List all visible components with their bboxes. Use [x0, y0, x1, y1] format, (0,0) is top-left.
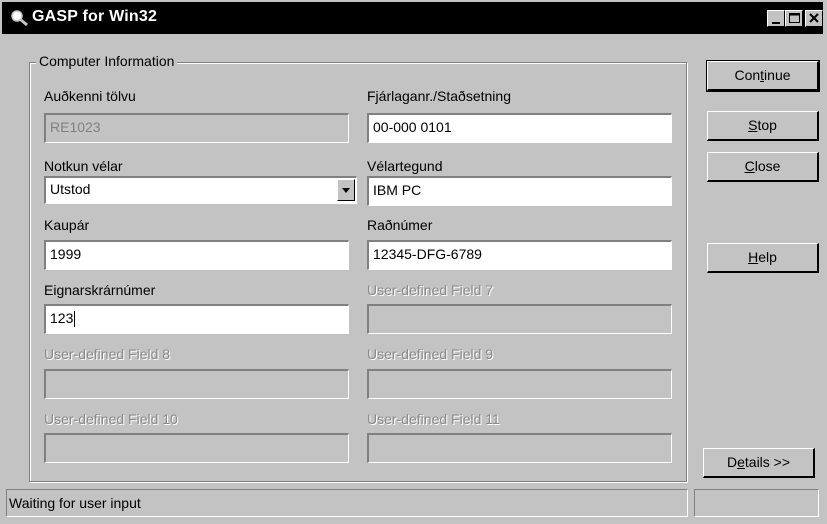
- field-label-user-defined-7: User-defined Field 7: [367, 282, 494, 298]
- maximize-button[interactable]: [785, 10, 803, 27]
- maximize-icon: [789, 13, 800, 23]
- user-defined-9-field[interactable]: [367, 369, 672, 399]
- close-window-button[interactable]: [805, 10, 823, 27]
- status-bar-panel: [694, 489, 819, 517]
- magnifier-icon: [10, 9, 30, 27]
- continue-label-pre: Con: [734, 67, 761, 83]
- text-caret: [74, 311, 76, 328]
- details-label-accel: e: [737, 454, 745, 470]
- serial-number-field[interactable]: 12345-DFG-6789: [367, 240, 672, 270]
- field-label-machine-type: Vélartegund: [367, 158, 443, 174]
- continue-label-post: inue: [764, 67, 791, 83]
- purchase-year-field[interactable]: 1999: [44, 240, 349, 270]
- asset-number-value: 123: [50, 310, 74, 326]
- close-label-post: lose: [754, 158, 781, 174]
- machine-use-select[interactable]: Utstod: [44, 176, 357, 204]
- user-defined-8-field[interactable]: [44, 369, 349, 399]
- field-label-user-defined-8: User-defined Field 8: [44, 346, 171, 362]
- details-button[interactable]: Details >>: [703, 448, 815, 478]
- field-label-computer-id: Auðkenni tölvu: [44, 88, 136, 104]
- budget-location-field[interactable]: 00-000 0101: [367, 113, 672, 143]
- user-defined-11-field[interactable]: [367, 433, 672, 463]
- field-label-user-defined-10: User-defined Field 10: [44, 411, 178, 427]
- close-label-accel: C: [744, 158, 755, 174]
- status-bar-message: Waiting for user input: [6, 489, 688, 517]
- close-button[interactable]: Close: [707, 152, 819, 182]
- help-label-accel: H: [748, 249, 759, 265]
- minimize-icon: [772, 22, 780, 24]
- details-label-pre: D: [726, 454, 738, 470]
- stop-label-post: top: [757, 117, 777, 133]
- machine-type-field[interactable]: IBM PC: [367, 176, 672, 206]
- minimize-button[interactable]: [767, 10, 785, 27]
- field-label-asset-number: Eignarskrárnúmer: [44, 282, 156, 298]
- stop-button[interactable]: Stop: [707, 111, 819, 141]
- asset-number-field[interactable]: 123: [44, 304, 349, 334]
- computer-id-field[interactable]: RE1023: [44, 113, 349, 143]
- help-button[interactable]: Help: [707, 243, 819, 273]
- field-label-user-defined-11: User-defined Field 11: [367, 411, 500, 427]
- window-title: GASP for Win32: [32, 8, 158, 25]
- field-label-serial-number: Raðnúmer: [367, 217, 433, 233]
- app-window: GASP for Win32 Computer Information Auðk…: [0, 0, 827, 524]
- close-icon: [809, 13, 819, 23]
- user-defined-7-field[interactable]: [367, 304, 672, 334]
- group-legend: Computer Information: [36, 53, 178, 69]
- field-label-purchase-year: Kaupár: [44, 217, 90, 233]
- machine-use-value: Utstod: [50, 181, 91, 197]
- field-label-machine-use: Notkun vélar: [44, 158, 123, 174]
- chevron-down-icon: [342, 188, 350, 193]
- continue-button[interactable]: Continue: [706, 60, 820, 92]
- help-label-post: elp: [758, 249, 777, 265]
- user-defined-10-field[interactable]: [44, 433, 349, 463]
- details-label-post: tails >>: [744, 454, 791, 470]
- field-label-budget-location: Fjárlaganr./Staðsetning: [367, 88, 511, 104]
- title-bar[interactable]: GASP for Win32: [2, 2, 823, 34]
- field-label-user-defined-9: User-defined Field 9: [367, 346, 494, 362]
- dropdown-button[interactable]: [337, 179, 355, 201]
